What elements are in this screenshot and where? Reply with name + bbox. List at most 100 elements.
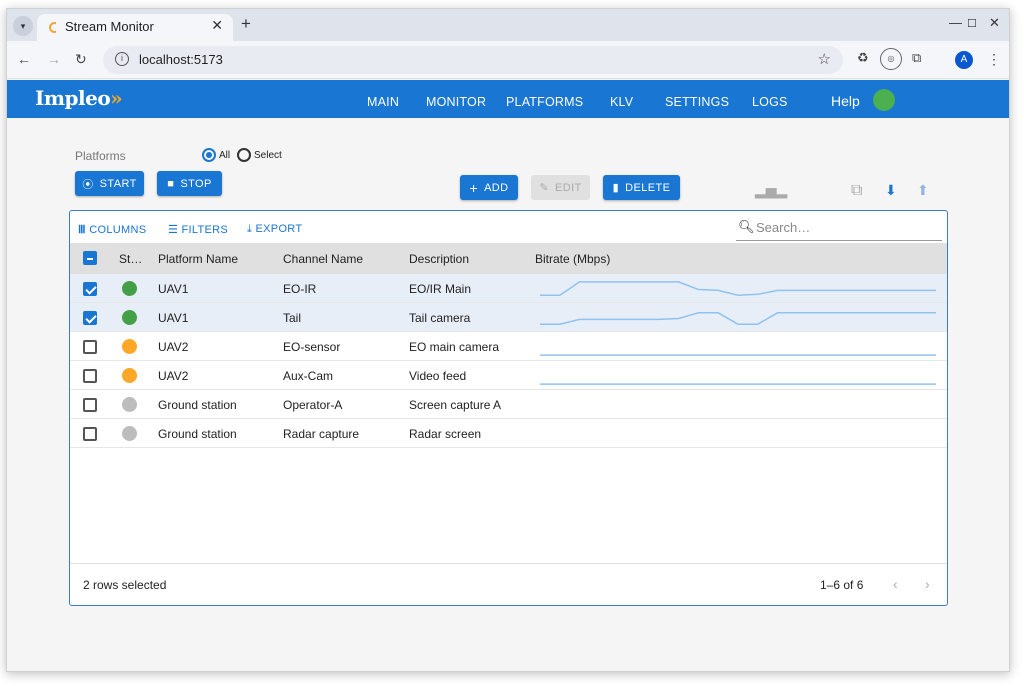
browser-tab[interactable]: Stream Monitor ✕ <box>37 14 233 41</box>
table-row[interactable]: Ground station Operator-A Screen capture A <box>70 390 947 419</box>
bitrate-line <box>540 312 936 325</box>
start-button[interactable]: ⦿ START <box>75 171 144 196</box>
profile-avatar[interactable]: A <box>955 51 973 69</box>
row-checkbox[interactable] <box>83 369 97 383</box>
browser-menu-icon[interactable]: ⋮ <box>987 51 1001 68</box>
table-row[interactable]: UAV1 Tail Tail camera <box>70 303 947 332</box>
export-icon: ⤓ <box>247 223 253 235</box>
bitrate-sparkline <box>540 354 936 356</box>
delete-button[interactable]: ▮ DELETE <box>603 175 680 200</box>
cell-channel-name: EO-sensor <box>283 340 341 354</box>
header-description[interactable]: Description <box>409 252 469 266</box>
row-checkbox[interactable] <box>83 282 97 296</box>
tab-close-icon[interactable]: ✕ <box>211 17 223 34</box>
nav-settings[interactable]: SETTINGS <box>665 95 729 109</box>
radio-all-label: All <box>219 150 231 161</box>
new-tab-button[interactable]: + <box>241 14 251 34</box>
recycle-extension-icon[interactable]: ♻ <box>857 50 869 66</box>
forward-icon[interactable]: → <box>47 51 61 67</box>
site-info-icon[interactable]: i <box>115 52 129 66</box>
grid-header: St… Platform Name Channel Name Descripti… <box>70 243 947 274</box>
bitrate-sparkline <box>540 383 936 385</box>
row-checkbox[interactable] <box>83 398 97 412</box>
bookmark-star-icon[interactable]: ☆ <box>818 50 831 68</box>
grid-footer: 2 rows selected 1–6 of 6 ‹ › <box>70 563 947 605</box>
columns-button[interactable]: Ⅲ COLUMNS <box>78 223 146 236</box>
platforms-label: Platforms <box>75 149 126 163</box>
row-checkbox[interactable] <box>83 427 97 441</box>
cell-description: EO main camera <box>409 340 500 354</box>
tab-favicon-icon <box>49 22 63 33</box>
radio-all[interactable] <box>202 148 216 162</box>
nav-main[interactable]: MAIN <box>367 95 399 109</box>
status-indicator <box>122 310 137 325</box>
search-input[interactable]: 🔍︎ Search… <box>736 217 942 241</box>
cell-description: EO/IR Main <box>409 282 472 296</box>
stop-icon: ■ <box>167 177 175 190</box>
download-icon[interactable]: ⬇ <box>885 182 897 199</box>
plus-icon: + <box>469 179 479 196</box>
table-row[interactable]: Ground station Radar capture Radar screen <box>70 419 947 448</box>
back-icon[interactable]: ← <box>17 51 31 67</box>
bitrate-sparkline <box>540 281 936 296</box>
tab-strip: ▾ Stream Monitor ✕ + — ☐ ✕ <box>7 9 1009 41</box>
play-circle-icon: ⦿ <box>82 178 94 191</box>
select-all-checkbox[interactable] <box>83 251 97 265</box>
tab-search-icon[interactable]: ▾ <box>13 16 33 36</box>
help-link[interactable]: Help <box>831 93 860 109</box>
radio-select[interactable] <box>237 148 251 162</box>
bar-chart-icon[interactable]: ▂▅▂ <box>755 182 787 199</box>
url-field[interactable]: i localhost:5173 ☆ <box>103 46 843 74</box>
extensions-puzzle-icon[interactable]: ⧉ <box>912 50 921 66</box>
nav-klv[interactable]: KLV <box>610 95 633 109</box>
minimize-icon[interactable]: — <box>949 15 962 30</box>
browser-window: ▾ Stream Monitor ✕ + — ☐ ✕ ← → ↻ i local… <box>6 8 1010 672</box>
export-button[interactable]: ⤓ EXPORT <box>247 223 302 236</box>
row-checkbox[interactable] <box>83 311 97 325</box>
edit-button[interactable]: ✎ EDIT <box>531 175 590 200</box>
nav-logs[interactable]: LOGS <box>752 95 788 109</box>
extension-circle-icon[interactable]: ◎ <box>880 48 902 70</box>
streams-data-grid: Ⅲ COLUMNS ☰ FILTERS ⤓ EXPORT 🔍︎ Search… … <box>69 210 948 606</box>
reload-icon[interactable]: ↻ <box>75 51 87 68</box>
search-icon: 🔍︎ <box>738 219 755 234</box>
address-bar: ← → ↻ i localhost:5173 ☆ ♻ ◎ ⧉ A ⋮ <box>7 41 1009 79</box>
prev-page-icon[interactable]: ‹ <box>893 576 898 592</box>
header-bitrate[interactable]: Bitrate (Mbps) <box>535 252 610 266</box>
cell-channel-name: Aux-Cam <box>283 369 334 383</box>
table-row[interactable]: UAV1 EO-IR EO/IR Main <box>70 274 947 303</box>
pencil-icon: ✎ <box>539 182 549 194</box>
maximize-icon[interactable]: ☐ <box>967 17 977 30</box>
header-status[interactable]: St… <box>119 252 142 266</box>
table-row[interactable]: UAV2 EO-sensor EO main camera <box>70 332 947 361</box>
row-checkbox[interactable] <box>83 340 97 354</box>
close-window-icon[interactable]: ✕ <box>989 15 1000 31</box>
cell-platform-name: UAV1 <box>158 311 189 325</box>
copy-icon[interactable]: ⧉ <box>851 182 862 200</box>
add-button[interactable]: + ADD <box>460 175 518 200</box>
tab-title: Stream Monitor <box>65 19 154 34</box>
cell-channel-name: EO-IR <box>283 282 317 296</box>
cell-platform-name: UAV2 <box>158 340 189 354</box>
cell-platform-name: Ground station <box>158 427 237 441</box>
nav-monitor[interactable]: MONITOR <box>426 95 486 109</box>
filters-button[interactable]: ☰ FILTERS <box>168 223 228 236</box>
cell-platform-name: UAV1 <box>158 282 189 296</box>
status-indicator <box>122 426 137 441</box>
cell-platform-name: Ground station <box>158 398 237 412</box>
filter-icon: ☰ <box>168 224 179 236</box>
cell-channel-name: Tail <box>283 311 302 325</box>
stop-button[interactable]: ■ STOP <box>157 171 222 196</box>
app-logo: Impleo» <box>35 86 123 110</box>
cell-description: Radar screen <box>409 427 482 441</box>
pagination-info: 1–6 of 6 <box>820 578 864 592</box>
table-row[interactable]: UAV2 Aux-Cam Video feed <box>70 361 947 390</box>
header-channel-name[interactable]: Channel Name <box>283 252 363 266</box>
next-page-icon[interactable]: › <box>925 576 930 592</box>
cell-description: Tail camera <box>409 311 471 325</box>
status-indicator <box>122 339 137 354</box>
nav-platforms[interactable]: PLATFORMS <box>506 95 583 109</box>
status-indicator <box>122 368 137 383</box>
header-platform-name[interactable]: Platform Name <box>158 252 238 266</box>
upload-icon[interactable]: ⬆ <box>917 182 929 199</box>
